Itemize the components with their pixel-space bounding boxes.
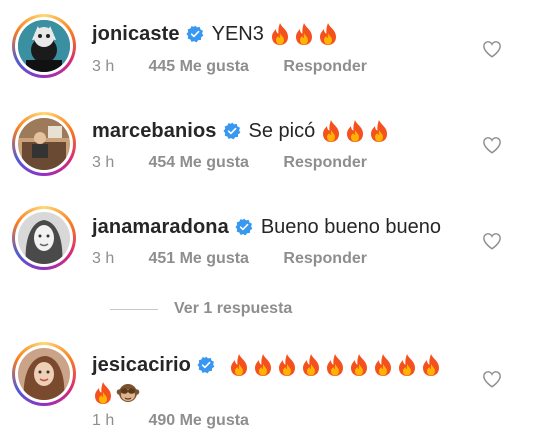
fire-emoji-icon <box>422 354 439 376</box>
likes-count[interactable]: 454 Me gusta <box>148 154 248 172</box>
fire-emoji-icon <box>295 23 312 45</box>
verified-badge-icon <box>197 356 215 374</box>
divider <box>110 308 158 310</box>
username[interactable]: jonicaste <box>92 22 180 46</box>
fire-emoji-icon <box>319 23 336 45</box>
comment-text: YEN3 <box>211 23 264 45</box>
see-no-evil-monkey-icon <box>116 384 140 402</box>
reply-button[interactable]: Responder <box>283 250 367 268</box>
fire-emoji-icon <box>326 354 343 376</box>
username[interactable]: jesicacirio <box>92 353 191 377</box>
comment-time: 1 h <box>92 412 115 429</box>
username[interactable]: janamaradona <box>92 215 229 239</box>
fire-emoji-icon <box>350 354 367 376</box>
fire-emoji-group <box>228 353 444 377</box>
likes-count[interactable]: 445 Me gusta <box>148 58 248 76</box>
verified-badge-icon <box>222 122 240 140</box>
reply-button[interactable]: Responder <box>283 58 367 76</box>
avatar[interactable] <box>12 112 76 176</box>
comment-text: Se picó <box>248 120 316 142</box>
username[interactable]: marcebanios <box>92 119 217 143</box>
fire-emoji-icon <box>398 354 415 376</box>
fire-emoji-group <box>320 119 392 143</box>
reply-button[interactable]: Responder <box>283 154 367 172</box>
likes-count[interactable]: 490 Me gusta <box>148 412 248 430</box>
fire-emoji-icon <box>323 120 340 142</box>
fire-emoji-icon <box>371 120 388 142</box>
verified-badge-icon <box>186 25 203 43</box>
likes-count[interactable]: 451 Me gusta <box>148 250 248 268</box>
fire-emoji-icon <box>278 354 295 376</box>
view-replies-button[interactable]: Ver 1 respuesta <box>110 300 292 318</box>
comment-time: 3 h <box>92 154 115 171</box>
avatar[interactable] <box>12 206 76 270</box>
heart-outline-icon[interactable] <box>482 40 502 58</box>
avatar[interactable] <box>12 14 76 78</box>
fire-emoji-icon <box>302 354 319 376</box>
comment-text: Bueno bueno bueno <box>260 216 441 238</box>
fire-emoji-group <box>269 22 341 46</box>
heart-outline-icon[interactable] <box>482 370 502 388</box>
heart-outline-icon[interactable] <box>482 136 502 154</box>
avatar[interactable] <box>12 342 76 406</box>
fire-emoji-icon <box>347 120 364 142</box>
comment-time: 3 h <box>92 58 115 75</box>
heart-outline-icon[interactable] <box>482 232 502 250</box>
comment-time: 3 h <box>92 250 115 267</box>
verified-badge-icon <box>235 218 253 236</box>
fire-emoji-icon <box>254 354 271 376</box>
fire-emoji-icon <box>271 23 288 45</box>
fire-emoji-icon <box>95 382 111 404</box>
fire-emoji-icon <box>230 354 247 376</box>
view-replies-label: Ver 1 respuesta <box>174 300 293 317</box>
fire-emoji-icon <box>374 354 391 376</box>
